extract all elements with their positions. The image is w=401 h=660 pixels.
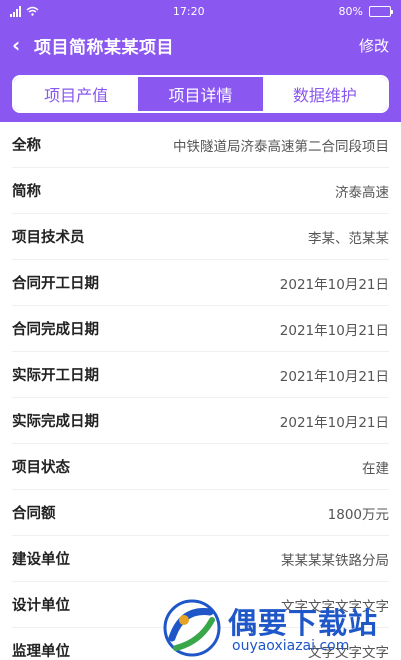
row-label: 合同完成日期	[12, 322, 99, 338]
battery-icon	[369, 5, 393, 17]
tab-project-details[interactable]: 项目详情	[138, 77, 263, 111]
header-area: 17:20 80% ‹ 项目简称某某项目 修改 项目产值 项目详情 数据维护	[0, 0, 401, 122]
back-chevron-icon[interactable]: ‹	[12, 35, 28, 55]
wifi-icon	[26, 6, 39, 16]
row-value: 某某某某铁路分局	[281, 552, 389, 569]
title-bar: ‹ 项目简称某某项目 修改	[0, 22, 401, 68]
row-value: 中铁隧道局济泰高速第二合同段项目	[173, 138, 389, 155]
detail-row-contract-end: 合同完成日期 2021年10月21日	[12, 306, 389, 352]
tab-data-maintenance[interactable]: 数据维护	[262, 77, 387, 111]
row-label: 合同额	[12, 506, 56, 522]
watermark-url: ouyaoxiazai.com	[232, 638, 350, 654]
detail-row-technicians: 项目技术员 李某、范某某	[12, 214, 389, 260]
detail-row-contract-start: 合同开工日期 2021年10月21日	[12, 260, 389, 306]
app-screen: 17:20 80% ‹ 项目简称某某项目 修改 项目产值 项目详情 数据维护 全…	[0, 0, 401, 660]
row-label: 实际完成日期	[12, 414, 99, 430]
status-bar: 17:20 80%	[0, 0, 401, 22]
watermark-title: 偶要下载站	[228, 606, 379, 640]
detail-row-full-name: 全称 中铁隧道局济泰高速第二合同段项目	[12, 122, 389, 168]
detail-row-actual-end: 实际完成日期 2021年10月21日	[12, 398, 389, 444]
segmented-tabs: 项目产值 项目详情 数据维护	[12, 75, 389, 113]
row-value: 在建	[362, 460, 389, 477]
row-value: 2021年10月21日	[279, 322, 389, 339]
detail-list: 全称 中铁隧道局济泰高速第二合同段项目 简称 济泰高速 项目技术员 李某、范某某…	[0, 122, 401, 660]
detail-row-actual-start: 实际开工日期 2021年10月21日	[12, 352, 389, 398]
detail-row-short-name: 简称 济泰高速	[12, 168, 389, 214]
row-label: 监理单位	[12, 644, 70, 660]
row-value: 2021年10月21日	[279, 368, 389, 385]
status-left	[10, 5, 39, 17]
row-value: 李某、范某某	[308, 230, 389, 247]
detail-row-status: 项目状态 在建	[12, 444, 389, 490]
row-label: 项目状态	[12, 460, 70, 476]
detail-row-contract-amount: 合同额 1800万元	[12, 490, 389, 536]
tab-project-output[interactable]: 项目产值	[14, 77, 139, 111]
row-label: 建设单位	[12, 552, 70, 568]
row-label: 全称	[12, 138, 41, 154]
detail-row-owner-unit: 建设单位 某某某某铁路分局	[12, 536, 389, 582]
watermark: 偶要下载站 ouyaoxiazai.com	[160, 596, 401, 660]
row-value: 济泰高速	[335, 184, 389, 201]
row-value: 2021年10月21日	[279, 414, 389, 431]
row-label: 项目技术员	[12, 230, 85, 246]
row-value: 1800万元	[327, 506, 389, 523]
row-label: 设计单位	[12, 598, 70, 614]
row-label: 简称	[12, 184, 41, 200]
status-right: 80%	[338, 4, 393, 18]
row-value: 2021年10月21日	[279, 276, 389, 293]
battery-percent: 80%	[338, 4, 363, 18]
page-title: 项目简称某某项目	[34, 37, 174, 58]
signal-icon	[10, 5, 21, 17]
status-time: 17:20	[172, 4, 205, 18]
watermark-globe-icon	[163, 599, 221, 657]
row-label: 实际开工日期	[12, 368, 99, 384]
row-label: 合同开工日期	[12, 276, 99, 292]
edit-button[interactable]: 修改	[359, 35, 389, 56]
